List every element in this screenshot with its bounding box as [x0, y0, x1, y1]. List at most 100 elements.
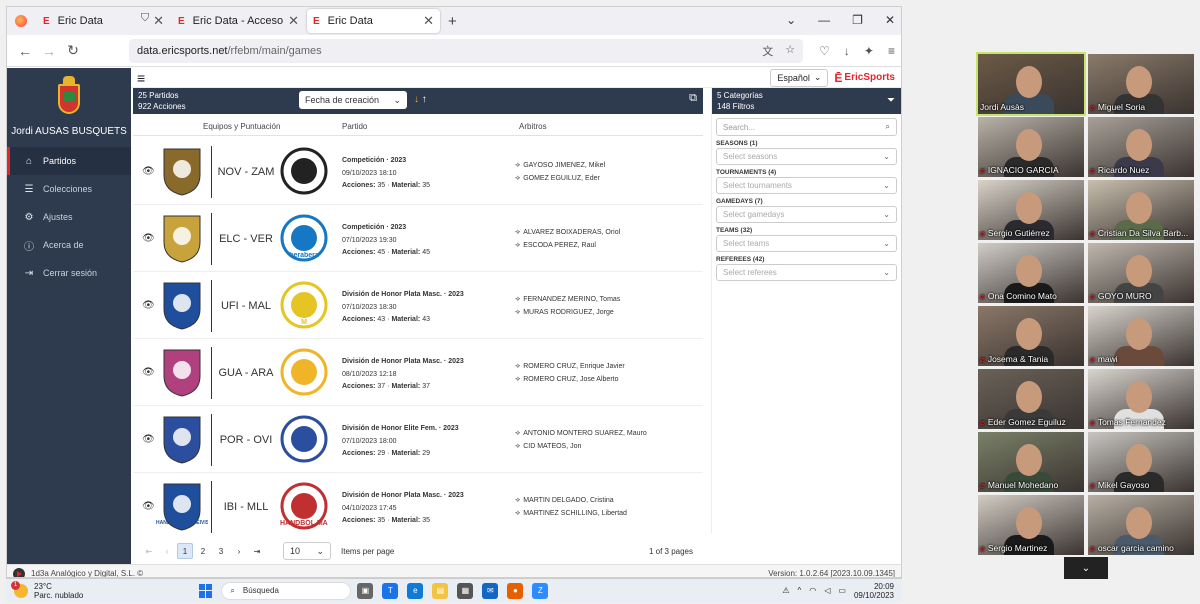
participant-video-tile[interactable]: ⌀ Sergio Gutiérrez [978, 180, 1084, 240]
tab-eric-data-acceso[interactable]: E Eric Data - Acceso ✕ [172, 9, 305, 33]
close-icon[interactable]: ✕ [153, 13, 164, 29]
participant-video-tile[interactable]: ⌀ Eder Gomez Eguiluz [978, 369, 1084, 429]
reload-icon[interactable]: ↻ [61, 42, 85, 59]
participant-video-tile[interactable]: ⌀ Josema & Tania [978, 306, 1084, 366]
view-eye-icon[interactable]: 👁 [142, 434, 155, 445]
prev-page-icon[interactable]: ‹ [159, 543, 175, 559]
last-page-icon[interactable]: ⇥ [249, 543, 265, 559]
sidebar-item-cerrar-sesion[interactable]: ⇥ Cerrar sesión [7, 259, 131, 287]
game-row[interactable]: 👁 POR - OVI División de Honor Elite Fem.… [133, 406, 703, 473]
page-1[interactable]: 1 [177, 543, 193, 559]
minimize-icon[interactable]: — [818, 13, 830, 27]
bookmark-star-icon[interactable]: ☆ [785, 43, 795, 59]
windows-start-icon[interactable] [199, 583, 213, 598]
restore-icon[interactable]: ❐ [852, 13, 863, 27]
tab-list-icon[interactable]: ⌄ [786, 13, 796, 27]
browser-window: E Eric Data ✕ E Eric Data - Acceso ✕ E Eric D… [6, 6, 902, 578]
tab-eric-data-active[interactable]: E Eric Data ✕ [307, 9, 440, 33]
file-explorer-icon[interactable]: ▤ [432, 582, 449, 599]
filter-icon[interactable]: ⏷ [887, 95, 895, 106]
mail-icon[interactable]: ✉ [482, 582, 499, 599]
forward-icon[interactable]: → [37, 43, 61, 59]
sidebar-item-colecciones[interactable]: ☰ Colecciones [7, 175, 131, 203]
sort-asc-icon[interactable]: ↑ [422, 94, 427, 105]
participant-video-tile[interactable]: ⌀ Ricardo Nuez [1088, 117, 1194, 177]
view-eye-icon[interactable]: 👁 [142, 501, 155, 512]
view-eye-icon[interactable]: 👁 [142, 166, 155, 177]
view-eye-icon[interactable]: 👁 [142, 367, 155, 378]
url-bar[interactable]: ⛉ data.ericsports.net/rfebm/main/games 文… [129, 12, 804, 63]
referee-1: ANTONIO MONTERO SUAREZ, Mauro [523, 430, 647, 437]
participant-video-tile[interactable]: ⌀ Sergio Martinez [978, 495, 1084, 555]
filter-select[interactable]: Select seasons ⌄ [716, 148, 897, 165]
translate-icon[interactable]: 文 [762, 43, 773, 59]
menu-icon[interactable]: ≡ [888, 44, 895, 58]
pocket-icon[interactable]: ♡ [819, 44, 830, 58]
hamburger-icon[interactable]: ≡ [137, 70, 145, 86]
game-row[interactable]: 👁 UFI - MAL División de Honor Plata Masc… [133, 272, 703, 339]
game-row[interactable]: 👁 ELC - VER Competición · 2023 07/10/202… [133, 205, 703, 272]
network-warning-icon[interactable]: ⚠ [782, 586, 789, 595]
participant-video-tile[interactable]: ⌀ Manuel Mohedano [978, 432, 1084, 492]
task-view-icon[interactable]: ▣ [357, 582, 374, 599]
sidebar-item-acerca-de[interactable]: ⓘ Acerca de [7, 231, 131, 259]
store-icon[interactable]: ▦ [457, 582, 474, 599]
zoom-icon[interactable]: Z [532, 582, 549, 599]
items-per-page-select[interactable]: 10 ⌄ [283, 542, 331, 560]
game-row[interactable]: 👁 GUA - ARA División de Honor Plata Masc… [133, 339, 703, 406]
chevron-down-icon[interactable]: ⌄ [1064, 557, 1108, 579]
close-icon[interactable]: ✕ [288, 13, 299, 29]
sort-select[interactable]: Fecha de creación ⌄ [299, 91, 407, 109]
filter-select[interactable]: Select tournaments ⌄ [716, 177, 897, 194]
weather-widget[interactable]: 1 23°C Parc. nublado [11, 580, 83, 600]
back-icon[interactable]: ← [13, 43, 37, 59]
page-3[interactable]: 3 [213, 543, 229, 559]
filter-search-input[interactable]: Search... ⌕ [716, 118, 897, 136]
participant-video-tile[interactable]: ⌀ Tomas Fernandez [1088, 369, 1194, 429]
shield-icon[interactable]: ⛉ [137, 10, 153, 26]
sidebar-item-ajustes[interactable]: ⚙ Ajustes [7, 203, 131, 231]
firefox-icon[interactable] [15, 15, 27, 27]
page-2[interactable]: 2 [195, 543, 211, 559]
away-team-logo [280, 346, 328, 398]
filter-select[interactable]: Select gamedays ⌄ [716, 206, 897, 223]
view-eye-icon[interactable]: 👁 [142, 300, 155, 311]
participant-video-tile[interactable]: ⌀ IGNACIO GARCIA [978, 117, 1084, 177]
game-row[interactable]: 👁 IBI - MLL División de Honor Plata Masc… [133, 473, 703, 533]
sort-desc-icon[interactable]: ↓ [414, 94, 419, 105]
taskbar-search[interactable]: ⌕ Búsqueda [221, 581, 352, 600]
export-icon[interactable]: ⧉ [689, 93, 697, 104]
download-icon[interactable]: ↓ [844, 44, 850, 58]
language-select[interactable]: Español ⌄ [770, 68, 829, 87]
next-page-icon[interactable]: › [231, 543, 247, 559]
extensions-icon[interactable]: ✦ [864, 44, 874, 58]
filter-select[interactable]: Select referees ⌄ [716, 264, 897, 281]
participant-video-tile[interactable]: ⌀ mawi [1088, 306, 1194, 366]
participant-video-tile[interactable]: ⌀ Ona Comino Mato [978, 243, 1084, 303]
game-row[interactable]: 👁 NOV - ZAM Competición · 2023 09/10/202… [133, 138, 703, 205]
chevron-up-icon[interactable]: ^ [797, 586, 801, 595]
battery-icon[interactable]: ▭ [838, 586, 846, 595]
participant-video-tile[interactable]: Jordi Ausàs [976, 52, 1086, 116]
first-page-icon[interactable]: ⇤ [141, 543, 157, 559]
clock[interactable]: 20:09 09/10/2023 [854, 582, 894, 600]
participant-video-tile[interactable]: ⌀ oscar garcia camino [1088, 495, 1194, 555]
match-code: POR - OVI [219, 434, 273, 446]
edge-icon[interactable]: e [407, 582, 424, 599]
teams-icon[interactable]: T [382, 582, 399, 599]
view-eye-icon[interactable]: 👁 [142, 233, 155, 244]
window-close-icon[interactable]: ✕ [885, 13, 895, 27]
wifi-icon[interactable]: ◠ [809, 586, 816, 595]
close-icon[interactable]: ✕ [423, 13, 434, 29]
participant-face [1126, 66, 1152, 98]
firefox-taskbar-icon[interactable]: ● [507, 582, 524, 599]
participant-video-tile[interactable]: ⌀ Cristian Da Silva Barb... [1088, 180, 1194, 240]
participant-video-tile[interactable]: ⌀ GOYO MURO [1088, 243, 1194, 303]
sidebar-item-partidos[interactable]: ⌂ Partidos [7, 147, 131, 175]
volume-icon[interactable]: ◁ [824, 586, 830, 595]
filter-select[interactable]: Select teams ⌄ [716, 235, 897, 252]
participant-video-tile[interactable]: ⌀ Mikel Gayoso [1088, 432, 1194, 492]
participant-video-tile[interactable]: ⌀ Miguel Soria [1088, 54, 1194, 114]
participant-name: Josema & Tania [987, 354, 1049, 364]
new-tab-icon[interactable]: + [448, 13, 457, 30]
